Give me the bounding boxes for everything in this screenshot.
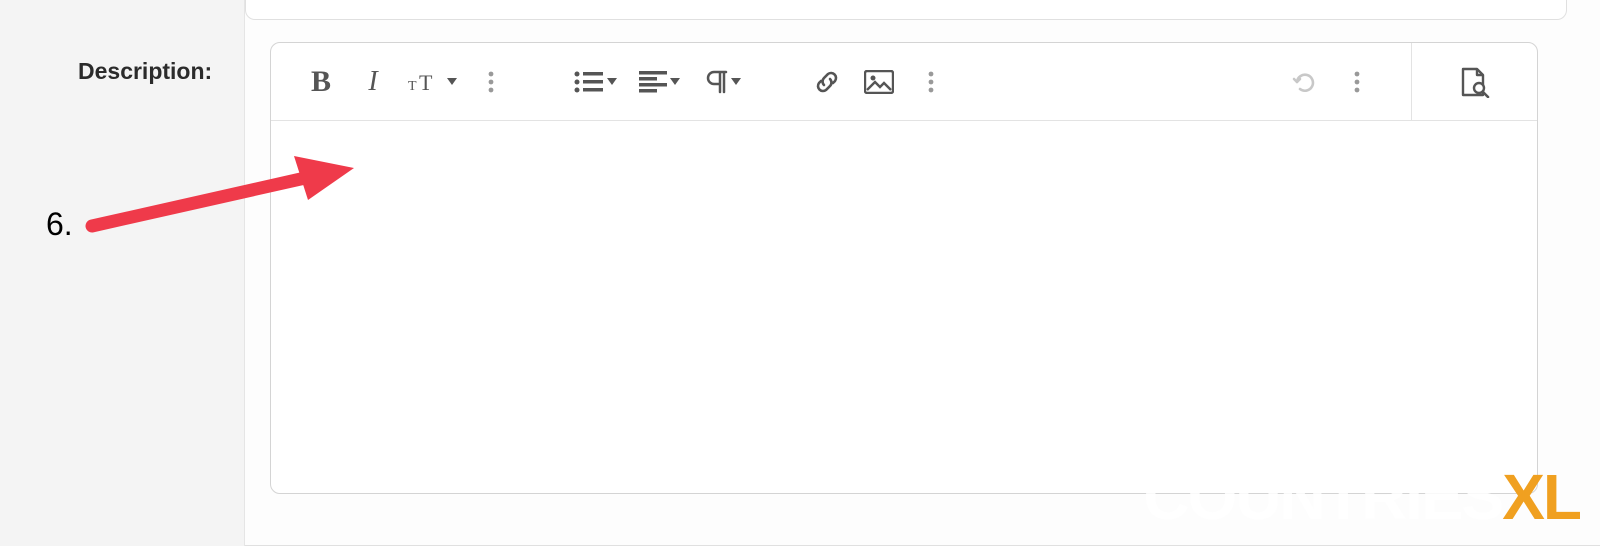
pilcrow-icon xyxy=(706,70,728,94)
align-button[interactable] xyxy=(631,60,687,104)
align-left-icon xyxy=(639,71,667,93)
ellipsis-vertical-icon xyxy=(488,70,494,94)
undo-button[interactable] xyxy=(1283,60,1327,104)
insert-image-button[interactable] xyxy=(857,60,901,104)
more-insert-button[interactable] xyxy=(909,60,953,104)
list-ul-icon xyxy=(574,71,604,93)
more-misc-button[interactable] xyxy=(1335,60,1379,104)
editor-content-area[interactable] xyxy=(271,121,1537,493)
watermark-text-1: COUNTRIES xyxy=(1143,460,1502,534)
previous-field-edge xyxy=(245,0,1567,20)
ellipsis-vertical-icon xyxy=(928,70,934,94)
more-formatting-button[interactable] xyxy=(469,60,513,104)
preview-button[interactable] xyxy=(1411,43,1537,121)
step-number: 6. xyxy=(46,206,73,243)
description-label: Description: xyxy=(78,58,212,85)
unordered-list-button[interactable] xyxy=(567,60,623,104)
italic-button[interactable]: I xyxy=(351,60,395,104)
chevron-down-icon xyxy=(447,78,457,85)
image-icon xyxy=(864,70,894,94)
rich-text-editor: B I T T xyxy=(270,42,1538,494)
paragraph-format-button[interactable] xyxy=(695,60,751,104)
link-icon xyxy=(813,68,841,96)
svg-text:T: T xyxy=(419,70,433,94)
ellipsis-vertical-icon xyxy=(1354,70,1360,94)
watermark: COUNTRIES XL xyxy=(1143,460,1580,534)
editor-toolbar: B I T T xyxy=(271,43,1537,121)
svg-text:T: T xyxy=(408,79,417,94)
bold-button[interactable]: B xyxy=(299,60,343,104)
watermark-text-2: XL xyxy=(1502,460,1580,534)
insert-link-button[interactable] xyxy=(805,60,849,104)
font-size-button[interactable]: T T xyxy=(403,60,461,104)
font-size-icon: T T xyxy=(408,70,444,94)
chevron-down-icon xyxy=(607,78,617,85)
chevron-down-icon xyxy=(731,78,741,85)
chevron-down-icon xyxy=(670,78,680,85)
page-search-icon xyxy=(1458,66,1492,98)
undo-icon xyxy=(1291,68,1319,96)
